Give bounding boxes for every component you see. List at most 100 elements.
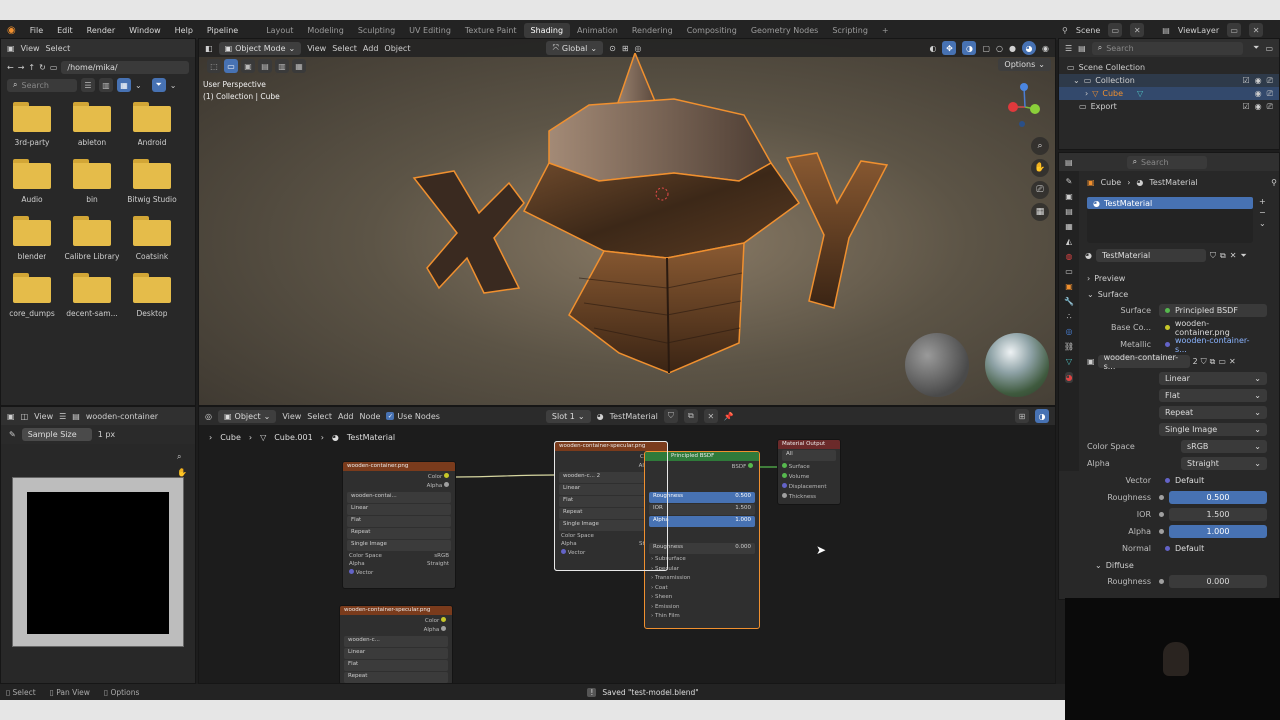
forward-icon[interactable]: → xyxy=(18,63,25,72)
specular-texture-node-2[interactable]: wooden-container-specular.png Color Alph… xyxy=(339,605,453,683)
fb-view-menu[interactable]: View xyxy=(21,44,40,53)
material-slot-item[interactable]: ◕ TestMaterial xyxy=(1087,197,1253,209)
visibility-icon[interactable]: ◐ xyxy=(930,44,937,53)
new-scene-icon[interactable]: ▭ xyxy=(1108,23,1123,37)
folder-item[interactable]: decent-sam... xyxy=(63,273,121,318)
grid-icon[interactable]: ▦ xyxy=(1031,203,1049,221)
tab-rendering[interactable]: Rendering xyxy=(625,23,680,38)
material-output-node[interactable]: Material Output All Surface Volume Displ… xyxy=(777,439,841,505)
material-tab-icon[interactable]: ◕ xyxy=(1064,372,1074,383)
source-dropdown[interactable]: Single Image xyxy=(347,540,451,551)
extension-dropdown[interactable]: Repeat xyxy=(347,528,451,539)
bsdf-diffuse-roughness-slider[interactable]: Roughness 0.000 xyxy=(649,543,755,554)
interpolation-dropdown[interactable]: Linear xyxy=(347,504,451,515)
surface-shader-field[interactable]: Principled BSDF xyxy=(1159,304,1267,317)
projection-dropdown[interactable]: Flat ⌄ xyxy=(1159,389,1267,402)
object-tab-icon[interactable]: ▣ xyxy=(1065,282,1073,291)
fb-search-input[interactable]: ⌕ Search xyxy=(7,78,77,92)
extension-dropdown[interactable]: Repeat xyxy=(344,672,448,683)
proportional-icon[interactable]: ◎ xyxy=(635,44,642,53)
preview-panel[interactable]: › Preview xyxy=(1081,270,1277,286)
filter-icon[interactable]: ⏷ xyxy=(1253,43,1259,53)
material-browse-icon[interactable]: ◕ xyxy=(1085,251,1092,260)
normal-link[interactable]: Default xyxy=(1159,542,1267,555)
section-sheen[interactable]: › Sheen xyxy=(651,593,753,603)
camera-icon[interactable]: ⎚ xyxy=(1031,181,1049,199)
projection-dropdown[interactable]: Flat xyxy=(347,516,451,527)
folder-item[interactable]: ableton xyxy=(63,102,121,147)
interpolation-dropdown[interactable]: Linear xyxy=(344,648,448,659)
projection-dropdown[interactable]: Flat xyxy=(344,660,448,671)
color-space-dropdown[interactable]: sRGB ⌄ xyxy=(1181,440,1267,453)
outliner-item-scene-collection[interactable]: ▭ Scene Collection xyxy=(1059,61,1279,74)
duplicate-icon[interactable]: ⧉ xyxy=(1210,357,1216,367)
interpolation-dropdown[interactable]: Linear ⌄ xyxy=(1159,372,1267,385)
sort-dropdown-icon[interactable]: ⌄ xyxy=(135,81,142,90)
sample-size-value[interactable]: 1 px xyxy=(98,430,115,439)
bsdf-ior-slider[interactable]: IOR 1.500 xyxy=(649,504,755,515)
editor-type-icon[interactable]: ◧ xyxy=(205,44,213,53)
unlink-icon[interactable]: ✕ xyxy=(1229,357,1236,366)
tab-texture-paint[interactable]: Texture Paint xyxy=(458,23,524,38)
menu-file[interactable]: File xyxy=(23,26,50,35)
diffuse-roughness-slider[interactable]: 0.000 xyxy=(1169,575,1267,588)
zoom-icon[interactable]: ⌕ xyxy=(1031,137,1049,155)
view-layer-tab-icon[interactable]: ▦ xyxy=(1065,222,1073,231)
section-subsurface[interactable]: › Subsurface xyxy=(651,555,753,565)
shading-render-icon[interactable]: ◉ xyxy=(1042,44,1049,53)
mode-dropdown[interactable]: ▣ Object Mode ⌄ xyxy=(218,41,302,55)
image-name-field[interactable]: wooden-container-s... xyxy=(1097,353,1190,371)
3d-model-cube[interactable] xyxy=(399,53,899,383)
pin-icon[interactable]: ⚲ xyxy=(1271,178,1277,187)
shading-wire-icon[interactable]: ○ xyxy=(996,44,1003,53)
menu-help[interactable]: Help xyxy=(168,26,200,35)
output-tab-icon[interactable]: ▤ xyxy=(1065,207,1073,216)
vp-view-menu[interactable]: View xyxy=(307,44,326,53)
blender-logo-icon[interactable]: ◉ xyxy=(0,25,23,36)
refresh-icon[interactable]: ↻ xyxy=(39,63,46,72)
navigation-gizmo[interactable] xyxy=(1005,77,1045,133)
folder-item[interactable]: Calibre Library xyxy=(63,216,121,261)
folder-item[interactable]: 3rd-party xyxy=(3,102,61,147)
new-collection-icon[interactable]: ▭ xyxy=(1265,44,1273,53)
fake-user-icon[interactable]: ⛉ xyxy=(1210,251,1216,261)
section-coat[interactable]: › Coat xyxy=(651,584,753,594)
tab-geometry-nodes[interactable]: Geometry Nodes xyxy=(744,23,825,38)
folder-item[interactable]: Coatsink xyxy=(123,216,181,261)
filter-dropdown-icon[interactable]: ⌄ xyxy=(170,81,177,90)
display-columns-icon[interactable]: ▥ xyxy=(99,78,113,92)
modifier-tab-icon[interactable]: 🔧 xyxy=(1064,297,1074,306)
snap-icon[interactable]: ⊞ xyxy=(622,44,629,53)
section-emission[interactable]: › Emission xyxy=(651,603,753,613)
tab-uv-editing[interactable]: UV Editing xyxy=(402,23,458,38)
new-viewlayer-icon[interactable]: ▭ xyxy=(1227,23,1242,37)
section-transmission[interactable]: › Transmission xyxy=(651,574,753,584)
particles-tab-icon[interactable]: ∴ xyxy=(1066,312,1071,321)
tab-shading[interactable]: Shading xyxy=(523,22,571,38)
select-extend-icon[interactable]: ▣ xyxy=(241,59,255,73)
viewlayer-name[interactable]: ViewLayer xyxy=(1178,26,1219,35)
principled-bsdf-node[interactable]: Principled BSDF BSDF Roughness 0.500 IOR 1… xyxy=(644,451,760,629)
alpha-slider[interactable]: 1.000 xyxy=(1169,525,1267,538)
collection-tab-icon[interactable]: ▭ xyxy=(1065,267,1073,276)
image-browse-icon[interactable]: ▣ xyxy=(1087,357,1095,366)
folder-item[interactable]: Desktop xyxy=(123,273,181,318)
outliner-item-cube[interactable]: › ▽ Cube ▽ ◉ ⎚ xyxy=(1059,87,1279,100)
fake-user-icon[interactable]: ⛉ xyxy=(1201,357,1207,367)
pan-hand-icon[interactable]: ✋ xyxy=(177,468,187,477)
tab-layout[interactable]: Layout xyxy=(259,23,300,38)
tab-sculpting[interactable]: Sculpting xyxy=(351,23,402,38)
image-texture-node[interactable]: wooden-container.png Color Alpha wooden-… xyxy=(342,461,456,589)
select-subtract-icon[interactable]: ▤ xyxy=(258,59,272,73)
vp-select-menu[interactable]: Select xyxy=(332,44,357,53)
folder-item[interactable]: Android xyxy=(123,102,181,147)
scene-name[interactable]: Scene xyxy=(1076,26,1100,35)
overlay-icon[interactable]: ◑ xyxy=(962,41,977,55)
alpha-mode-dropdown[interactable]: Straight ⌄ xyxy=(1181,457,1267,470)
bsdf-roughness-slider[interactable]: Roughness 0.500 xyxy=(649,492,755,503)
gizmo-icon[interactable]: ✥ xyxy=(942,41,957,55)
editor-type-icon[interactable]: ▤ xyxy=(1065,158,1073,167)
physics-tab-icon[interactable]: ◎ xyxy=(1066,327,1073,336)
editor-type-icon[interactable]: ▣ xyxy=(7,44,15,53)
new-folder-icon[interactable]: ▭ xyxy=(50,63,58,72)
